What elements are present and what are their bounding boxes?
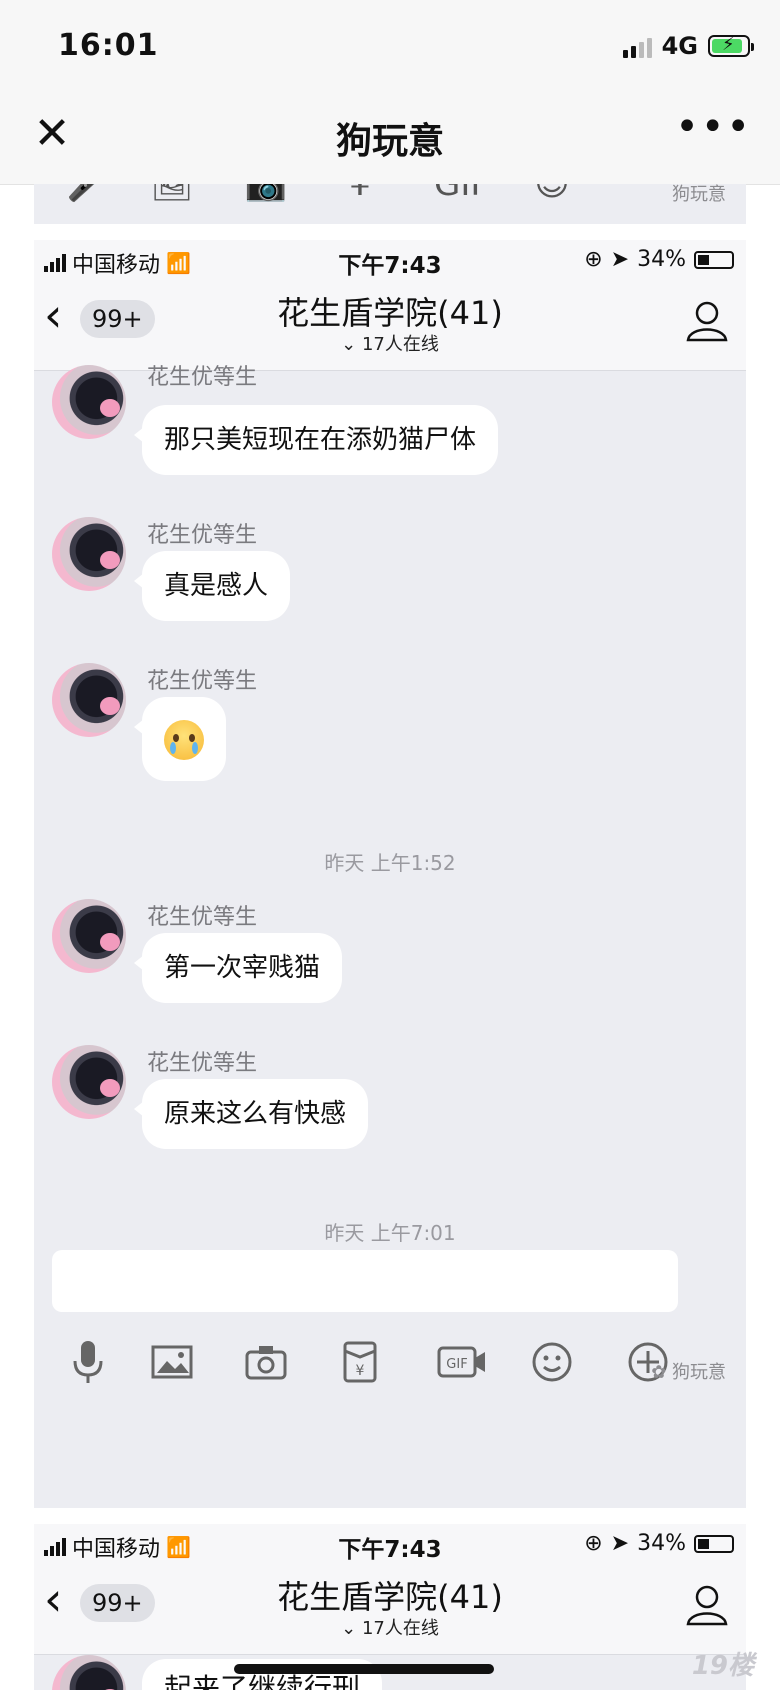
lock-rotation-icon: ⊕ bbox=[584, 1531, 603, 1556]
sender-name: 花生优等生 bbox=[147, 669, 258, 694]
outer-nav-bar: ✕ 狗玩意 ••• bbox=[0, 100, 780, 185]
image-icon: 🖼 bbox=[150, 184, 194, 204]
red-packet-icon[interactable]: ¥ bbox=[330, 1332, 390, 1392]
sender-name: 花生优等生 bbox=[147, 365, 258, 390]
more-icon[interactable]: ••• bbox=[675, 104, 752, 150]
location-icon: ➤ bbox=[610, 247, 630, 272]
camera-icon[interactable] bbox=[236, 1332, 296, 1392]
lock-rotation-icon: ⊕ bbox=[584, 247, 603, 272]
camera-icon: 📷 bbox=[244, 184, 288, 204]
microphone-icon[interactable] bbox=[58, 1332, 118, 1392]
chat-status-right: ⊕ ➤ 34% bbox=[584, 1531, 734, 1556]
battery-percent: 34% bbox=[637, 247, 686, 272]
avatar[interactable] bbox=[52, 663, 126, 737]
avatar[interactable] bbox=[52, 1045, 126, 1119]
avatar[interactable] bbox=[52, 517, 126, 591]
online-label: 17人在线 bbox=[361, 334, 439, 355]
status-indicators: 4G ⚡ bbox=[622, 32, 754, 60]
gif-icon: GIF bbox=[434, 184, 490, 204]
emoji-icon: ☺ bbox=[534, 184, 570, 204]
profile-icon[interactable] bbox=[684, 298, 730, 344]
location-icon: ➤ bbox=[610, 1531, 630, 1556]
online-label: 17人在线 bbox=[361, 1618, 439, 1639]
gif-icon[interactable]: GIF bbox=[432, 1332, 492, 1392]
sender-name: 花生优等生 bbox=[147, 905, 258, 930]
watermark-label: 狗玩意 bbox=[672, 1362, 726, 1383]
emoji-icon[interactable] bbox=[522, 1332, 582, 1392]
sender-name: 花生优等生 bbox=[147, 523, 258, 548]
signal-icon bbox=[622, 34, 652, 58]
message-bubble[interactable]: 原来这么有快感 bbox=[133, 1079, 369, 1149]
chat-screenshot: 中国移动 📶 下午7:43 ⊕ ➤ 34% ‹ 99+ 花生盾学院(41) ⌄ … bbox=[34, 240, 746, 1508]
message-bubble[interactable] bbox=[134, 697, 226, 781]
chat-status-bar: 中国移动 📶 下午7:43 ⊕ ➤ 34% bbox=[34, 1524, 746, 1564]
chat-header: ‹ 99+ 花生盾学院(41) ⌄ 17人在线 bbox=[34, 280, 746, 371]
outer-status-bar: 16:01 4G ⚡ bbox=[0, 0, 780, 100]
avatar[interactable] bbox=[52, 1655, 126, 1690]
online-count: ⌄ 17人在线 bbox=[34, 330, 746, 356]
chat-toolbar: ¥ GIF bbox=[34, 1332, 746, 1402]
image-icon[interactable] bbox=[142, 1332, 202, 1392]
home-indicator[interactable] bbox=[234, 1664, 494, 1674]
avatar[interactable] bbox=[52, 899, 126, 973]
message-bubble[interactable]: 真是感人 bbox=[133, 551, 291, 621]
wechat-icon: ✿ bbox=[651, 1362, 672, 1383]
watermark: ✿ 狗玩意 bbox=[651, 1358, 726, 1384]
chat-title: 花生盾学院(41) bbox=[277, 1578, 503, 1616]
online-count: ⌄ 17人在线 bbox=[34, 1614, 746, 1640]
chat-header: ‹ 99+ 花生盾学院(41) ⌄ 17人在线 bbox=[34, 1564, 746, 1655]
chat-status-right: ⊕ ➤ 34% bbox=[584, 247, 734, 272]
chevron-down-icon: ⌄ bbox=[341, 334, 362, 355]
svg-text:GIF: GIF bbox=[446, 1357, 467, 1372]
watermark: 狗玩意 bbox=[672, 184, 726, 205]
battery-icon bbox=[694, 250, 734, 269]
chevron-down-icon: ⌄ bbox=[341, 1618, 362, 1639]
timestamp: 昨天 上午1:52 bbox=[324, 851, 456, 875]
battery-icon bbox=[694, 1534, 734, 1553]
red-packet-icon: ¥ bbox=[349, 184, 371, 204]
crying-face-emoji bbox=[164, 719, 204, 760]
message-bubble[interactable]: 那只美短现在在添奶猫尸体 bbox=[133, 405, 499, 475]
timestamp: 昨天 上午7:01 bbox=[324, 1221, 456, 1245]
microphone-icon: 🎤 bbox=[66, 184, 110, 204]
message-bubble[interactable]: 第一次宰贱猫 bbox=[133, 933, 343, 1003]
avatar[interactable] bbox=[52, 365, 126, 439]
profile-icon[interactable] bbox=[684, 1582, 730, 1628]
status-time: 16:01 bbox=[58, 28, 159, 63]
message-input[interactable] bbox=[52, 1250, 678, 1312]
chat-title: 花生盾学院(41) bbox=[277, 294, 503, 332]
svg-text:¥: ¥ bbox=[356, 1363, 365, 1379]
battery-percent: 34% bbox=[637, 1531, 686, 1556]
page-title: 狗玩意 bbox=[335, 121, 444, 162]
screenshot-strip: 🎤 🖼 📷 ¥ GIF ☺ 狗玩意 bbox=[34, 184, 746, 224]
chat-status-bar: 中国移动 📶 下午7:43 ⊕ ➤ 34% bbox=[34, 240, 746, 280]
network-label: 4G bbox=[661, 32, 698, 60]
battery-icon: ⚡ bbox=[708, 34, 754, 57]
site-watermark: 19楼 bbox=[691, 1651, 754, 1681]
sender-name: 花生优等生 bbox=[147, 1051, 258, 1076]
